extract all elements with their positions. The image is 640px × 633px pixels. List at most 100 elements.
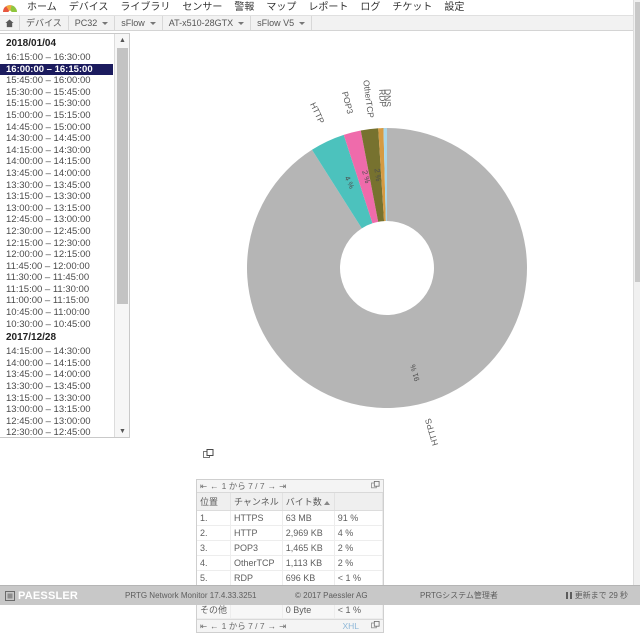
table-cell-pct: 4 %: [334, 526, 382, 541]
page-scrollbar-thumb[interactable]: [635, 2, 640, 282]
footer-copyright: © 2017 Paessler AG: [295, 591, 420, 600]
table-header-row: 位置 チャンネル バイト数: [197, 493, 383, 511]
period-list-item[interactable]: 11:45:00 – 12:00:00: [0, 261, 113, 273]
period-list[interactable]: 2018/01/0416:15:00 – 16:30:0016:00:00 – …: [0, 34, 113, 437]
scroll-down-arrow-icon[interactable]: ▼: [115, 425, 130, 437]
paessler-logo-icon: [5, 591, 15, 601]
table-prev-page-icon-bottom[interactable]: ←: [210, 621, 219, 631]
period-list-item[interactable]: 11:15:00 – 11:30:00: [0, 284, 113, 296]
breadcrumb-item-4[interactable]: sFlow V5: [251, 16, 312, 30]
menu-item-4[interactable]: 警報: [228, 0, 260, 15]
prtg-gauge-logo-icon[interactable]: [2, 1, 18, 14]
menu-item-5[interactable]: マップ: [260, 0, 302, 15]
table-first-page-icon[interactable]: ⇤: [200, 481, 207, 492]
breadcrumb-home[interactable]: [0, 16, 20, 30]
table-popout-icon-bottom[interactable]: [371, 621, 380, 631]
table-nav-bottom: ⇤ ← 1 から 7 / 7 → ⇥ XHL: [197, 619, 383, 632]
period-list-item[interactable]: 14:15:00 – 14:30:00: [0, 346, 113, 358]
period-list-item[interactable]: 14:00:00 – 14:15:00: [0, 358, 113, 370]
breadcrumb: デバイス PC32 sFlow AT-x510-28GTX sFlow V5: [0, 15, 640, 31]
period-list-item[interactable]: 12:00:00 – 12:15:00: [0, 249, 113, 261]
table-row[interactable]: 3.POP31,465 KB2 %: [197, 541, 383, 556]
table-cell-rank: 2.: [197, 526, 231, 541]
menu-item-1[interactable]: デバイス: [63, 0, 115, 15]
donut-svg: HTTPS91 %HTTP4 %POP32 %OtherTCP2 %RDPDNS: [140, 32, 640, 452]
period-list-item[interactable]: 11:00:00 – 11:15:00: [0, 295, 113, 307]
pause-icon[interactable]: [566, 592, 572, 599]
period-list-item[interactable]: 15:00:00 – 15:15:00: [0, 110, 113, 122]
table-row[interactable]: 1.HTTPS63 MB91 %: [197, 511, 383, 526]
table-cell-channel: RDP: [231, 571, 283, 586]
period-list-item[interactable]: 12:30:00 – 12:45:00: [0, 427, 113, 438]
page-scrollbar[interactable]: [633, 0, 640, 605]
breadcrumb-label-1: PC32: [75, 16, 98, 30]
menu-item-9[interactable]: 設定: [438, 0, 470, 15]
table-row[interactable]: 4.OtherTCP1,113 KB2 %: [197, 556, 383, 571]
scroll-up-arrow-icon[interactable]: ▲: [115, 34, 130, 46]
table-cell-pct: 2 %: [334, 556, 382, 571]
breadcrumb-label-0: デバイス: [26, 16, 62, 30]
breadcrumb-item-3[interactable]: AT-x510-28GTX: [163, 16, 251, 30]
period-list-item[interactable]: 14:00:00 – 14:15:00: [0, 156, 113, 168]
table-popout-icon-top[interactable]: [371, 481, 380, 491]
period-list-item[interactable]: 15:30:00 – 15:45:00: [0, 87, 113, 99]
table-last-page-icon[interactable]: ⇥: [279, 481, 286, 492]
period-list-item[interactable]: 12:45:00 – 13:00:00: [0, 214, 113, 226]
chevron-down-icon: [150, 22, 156, 25]
table-cell-pct: < 1 %: [334, 571, 382, 586]
footer-user[interactable]: PRTGシステム管理者: [420, 590, 566, 601]
menu-item-3[interactable]: センサー: [176, 0, 228, 15]
period-list-item[interactable]: 15:45:00 – 16:00:00: [0, 75, 113, 87]
period-list-item[interactable]: 15:15:00 – 15:30:00: [0, 98, 113, 110]
table-header-percent[interactable]: [334, 493, 382, 511]
period-list-item[interactable]: 13:00:00 – 13:15:00: [0, 404, 113, 416]
breadcrumb-item-2[interactable]: sFlow: [115, 16, 163, 30]
chevron-down-icon: [238, 22, 244, 25]
period-list-item[interactable]: 14:45:00 – 15:00:00: [0, 122, 113, 134]
table-header-rank[interactable]: 位置: [197, 493, 231, 511]
period-list-scrollbar[interactable]: ▲ ▼: [114, 34, 129, 437]
table-last-page-icon-bottom[interactable]: ⇥: [279, 621, 286, 632]
menu-item-2[interactable]: ライブラリ: [114, 0, 176, 15]
period-list-item[interactable]: 13:00:00 – 13:15:00: [0, 203, 113, 215]
menu-item-7[interactable]: ログ: [354, 0, 386, 15]
period-list-item[interactable]: 13:45:00 – 14:00:00: [0, 168, 113, 180]
table-cell-rank: 3.: [197, 541, 231, 556]
period-list-item[interactable]: 12:30:00 – 12:45:00: [0, 226, 113, 238]
period-list-item[interactable]: 16:00:00 – 16:15:00: [0, 64, 113, 76]
menu-item-8[interactable]: チケット: [386, 0, 438, 15]
table-cell-rank: 1.: [197, 511, 231, 526]
table-header-bytes-label: バイト数: [286, 497, 322, 507]
period-list-item[interactable]: 14:30:00 – 14:45:00: [0, 133, 113, 145]
period-list-item[interactable]: 10:30:00 – 10:45:00: [0, 319, 113, 331]
table-export-link[interactable]: XHL: [342, 621, 359, 631]
table-header-channel[interactable]: チャンネル: [231, 493, 283, 511]
period-list-item[interactable]: 10:45:00 – 11:00:00: [0, 307, 113, 319]
period-list-item[interactable]: 16:15:00 – 16:30:00: [0, 52, 113, 64]
table-first-page-icon-bottom[interactable]: ⇤: [200, 621, 207, 632]
table-header-bytes[interactable]: バイト数: [282, 493, 334, 511]
menu-item-0[interactable]: ホーム: [21, 0, 63, 15]
breadcrumb-item-0[interactable]: デバイス: [20, 16, 69, 30]
period-list-item[interactable]: 12:15:00 – 12:30:00: [0, 238, 113, 250]
footer-refresh[interactable]: 更新まで 29 秒: [566, 590, 628, 601]
period-list-item[interactable]: 12:45:00 – 13:00:00: [0, 416, 113, 428]
table-next-page-icon[interactable]: →: [268, 481, 277, 491]
period-list-item[interactable]: 11:30:00 – 11:45:00: [0, 272, 113, 284]
period-list-item[interactable]: 13:30:00 – 13:45:00: [0, 381, 113, 393]
scrollbar-thumb[interactable]: [117, 48, 128, 304]
period-list-item[interactable]: 13:15:00 – 13:30:00: [0, 191, 113, 203]
table-row[interactable]: 5.RDP696 KB< 1 %: [197, 571, 383, 586]
breadcrumb-item-1[interactable]: PC32: [69, 16, 116, 30]
table-cell-channel: OtherTCP: [231, 556, 283, 571]
chart-popout-icon[interactable]: [203, 446, 214, 456]
period-list-item[interactable]: 13:45:00 – 14:00:00: [0, 369, 113, 381]
period-list-item[interactable]: 13:15:00 – 13:30:00: [0, 393, 113, 405]
period-list-item[interactable]: 13:30:00 – 13:45:00: [0, 180, 113, 192]
table-next-page-icon-bottom[interactable]: →: [268, 621, 277, 631]
menu-item-6[interactable]: レポート: [302, 0, 354, 15]
table-prev-page-icon[interactable]: ←: [210, 481, 219, 491]
period-list-item[interactable]: 14:15:00 – 14:30:00: [0, 145, 113, 157]
table-row[interactable]: 2.HTTP2,969 KB4 %: [197, 526, 383, 541]
table-cell-channel: HTTPS: [231, 511, 283, 526]
